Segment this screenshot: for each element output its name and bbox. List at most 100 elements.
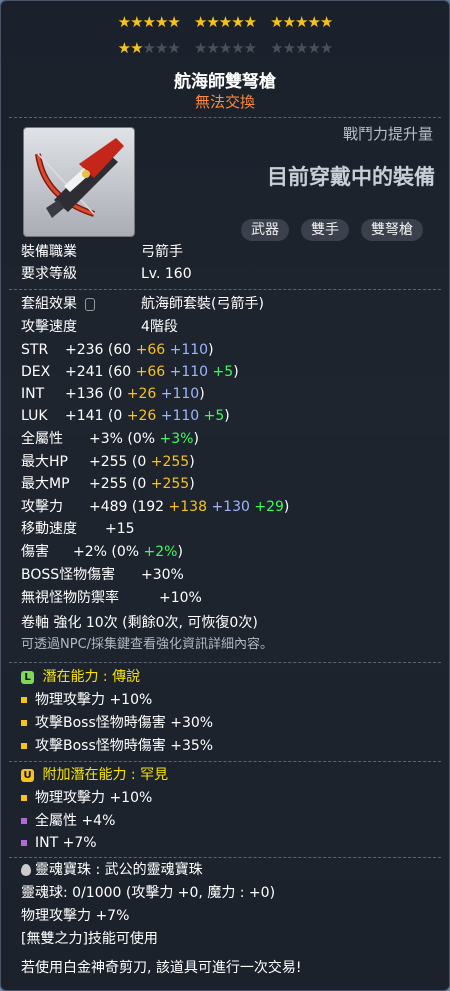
divider (9, 117, 441, 119)
footer-note: 若使用白金神奇剪刀, 該道具可進行一次交易! (21, 960, 302, 976)
stat-flame: +26 (126, 386, 157, 402)
stat-label: DEX (21, 364, 51, 380)
stat-close: ) (193, 431, 199, 447)
stat-starforce: +110 (169, 342, 209, 358)
set-effect-value: 航海師套裝(弓箭手) (141, 296, 264, 312)
stat-values: +141 (0 +26 +110 +5) (65, 407, 230, 425)
attack-speed-value: 4階段 (141, 319, 178, 335)
bonus-potential-title: U 附加潛在能力 : 罕見 (21, 766, 168, 784)
stat-total: +141 (65, 408, 104, 424)
stat-close: ) (208, 342, 214, 358)
soul-flame-icon (21, 864, 31, 876)
stat-flame: +66 (135, 342, 166, 358)
stat-enhance: +5 (203, 408, 225, 424)
stat-label: 無視怪物防禦率 (21, 590, 119, 606)
bullet-icon (21, 840, 27, 846)
stat-values: +3% (0% +3%) (89, 430, 199, 448)
star-force-row-1: ★★★★★ ★★★★★ ★★★★★ (117, 13, 334, 31)
stat-int: INT +136 (0 +26 +110) (21, 385, 205, 403)
stat-boss: BOSS怪物傷害 +30% (21, 566, 184, 584)
divider (9, 761, 441, 763)
stat-base: (0% (111, 544, 140, 560)
req-job-value: 弓箭手 (141, 244, 183, 260)
bonus-line-text: 全屬性 +4% (35, 813, 116, 829)
stat-hp: 最大HP +255 (0 +255) (21, 453, 195, 471)
stat-str: STR +236 (60 +66 +110) (21, 341, 214, 359)
set-effect: 套組效果 航海師套裝(弓箭手) (21, 295, 264, 313)
stat-base: (0 (107, 386, 123, 402)
bonus-potential-line-2: 全屬性 +4% (21, 812, 115, 830)
stat-flame: +66 (135, 364, 166, 380)
stat-label: 最大HP (21, 454, 68, 470)
divider (9, 857, 441, 859)
scroll-hint: 可透過NPC/採集鍵查看強化資訊詳細內容。 (21, 637, 274, 652)
potential-line-text: 物理攻擊力 +10% (35, 692, 153, 708)
stat-enhance: +2% (143, 544, 178, 560)
stat-dex: DEX +241 (60 +66 +110 +5) (21, 363, 239, 381)
bonus-potential-title-text: 附加潛在能力 : 罕見 (42, 767, 169, 783)
soul-skill: [無雙之力]技能可使用 (21, 931, 158, 947)
stat-close: ) (189, 476, 195, 492)
req-level: 要求等級 Lv. 160 (21, 265, 192, 283)
bullet-icon (21, 743, 27, 749)
item-name: 航海師雙弩槍 (174, 72, 276, 92)
stat-flame: +138 (168, 499, 207, 515)
divider (9, 289, 441, 291)
stat-label: INT (21, 386, 45, 402)
unique-badge-icon: U (21, 768, 34, 782)
stat-damage: 傷害 +2% (0% +2%) (21, 543, 183, 561)
stat-flame: +255 (150, 476, 190, 492)
stat-base: (60 (107, 364, 132, 380)
tradeability-label: 無法交換 (194, 93, 255, 111)
potential-line-2: 攻擊Boss怪物時傷害 +30% (21, 714, 213, 732)
item-tooltip: ★★★★★ ★★★★★ ★★★★★ ★★★★★ ★★★★★ ★★★★★ 航海師雙弩槍 無… (0, 0, 450, 991)
attack-speed: 攻擊速度 4階段 (21, 318, 178, 336)
attack-speed-label: 攻擊速度 (21, 319, 77, 335)
stat-close: ) (283, 499, 290, 515)
stat-starforce: +110 (160, 386, 200, 402)
legendary-badge-icon: L (21, 670, 34, 684)
stat-total: +2% (73, 544, 107, 560)
stat-close: ) (233, 364, 239, 380)
stat-mp: 最大MP +255 (0 +255) (21, 475, 195, 493)
stat-total: +30% (141, 567, 184, 583)
stat-total: +241 (65, 364, 104, 380)
potential-line-text: 攻擊Boss怪物時傷害 +35% (35, 738, 214, 754)
stat-speed: 移動速度 +15 (21, 520, 135, 538)
stat-label: 最大MP (21, 476, 70, 492)
stat-total: +136 (65, 386, 104, 402)
lock-icon (85, 297, 96, 311)
req-job-label: 裝備職業 (21, 244, 77, 260)
stat-label: STR (21, 342, 49, 358)
stat-flame: +255 (150, 454, 190, 470)
stat-flame: +26 (126, 408, 157, 424)
stat-close: ) (199, 386, 205, 402)
potential-line-3: 攻擊Boss怪物時傷害 +35% (21, 737, 213, 755)
stat-label: 攻擊力 (21, 499, 63, 515)
tag-two-handed: 雙手 (301, 219, 349, 241)
stat-total: +255 (89, 454, 128, 470)
potential-title-text: 潛在能力 : 傳說 (42, 669, 141, 685)
stat-close: ) (177, 544, 183, 560)
bonus-line-text: 物理攻擊力 +10% (35, 790, 153, 806)
bullet-icon (21, 720, 27, 726)
stat-enhance: +29 (254, 499, 284, 515)
stat-total: +255 (89, 476, 128, 492)
stat-values: +236 (60 +66 +110) (65, 341, 214, 359)
stat-base: (192 (131, 499, 165, 515)
tag-crossbow: 雙弩槍 (361, 219, 423, 241)
req-job: 裝備職業 弓箭手 (21, 243, 183, 261)
stat-label: 移動速度 (21, 521, 77, 537)
soul-charge: 靈魂球: 0/1000 (攻擊力 +0, 魔力 : +0) (21, 885, 276, 901)
stat-base: (60 (107, 342, 132, 358)
set-effect-label: 套組效果 (21, 296, 77, 312)
stat-base: (0 (107, 408, 123, 424)
combat-power-label: 戰鬥力提升量 (342, 125, 433, 143)
stat-values: +255 (0 +255) (89, 453, 195, 471)
stat-label: LUK (21, 408, 48, 424)
stat-total: +15 (105, 521, 135, 537)
potential-title: L 潛在能力 : 傳說 (21, 668, 140, 686)
crossbow-icon (35, 138, 124, 218)
stat-base: (0 (131, 476, 147, 492)
stat-starforce: +110 (160, 408, 200, 424)
